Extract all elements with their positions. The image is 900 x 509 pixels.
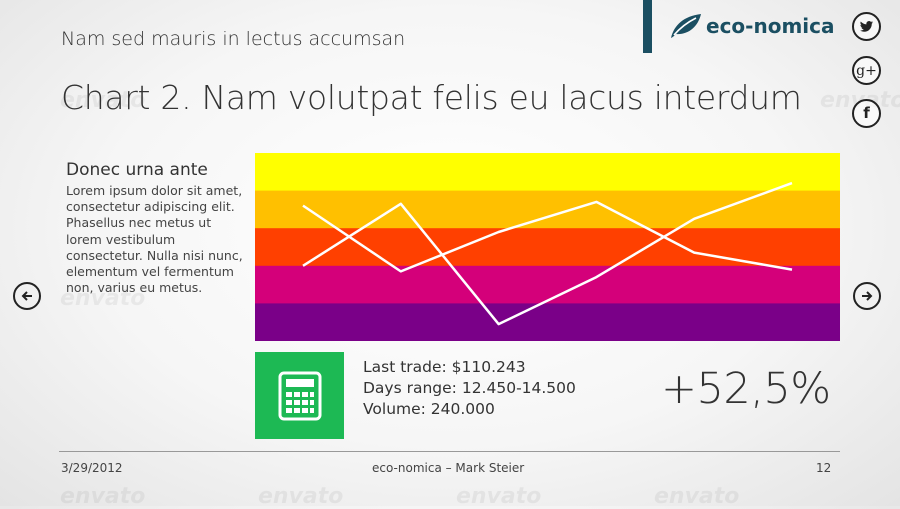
leaf-icon [671, 14, 701, 38]
facebook-button[interactable]: f [852, 99, 881, 128]
brand-name: eco-nomica [706, 14, 835, 38]
sidebar-body-text: Lorem ipsum dolor sit amet, consectetur … [66, 183, 243, 296]
arrow-right-icon [862, 291, 873, 301]
watermark: envato [258, 484, 344, 509]
arrow-left-icon [21, 291, 32, 301]
footer-author: eco-nomica – Mark Steier [372, 461, 525, 475]
brand-logo: eco-nomica [668, 10, 835, 42]
slide-title: Chart 2. Nam volutpat felis eu lacus int… [61, 78, 802, 117]
watermark: envato [456, 484, 542, 509]
facebook-icon: f [863, 104, 870, 122]
footer-date: 3/29/2012 [61, 461, 123, 475]
google-plus-button[interactable]: g+ [852, 56, 881, 85]
chart-band-1 [255, 153, 840, 192]
days-range-text: Days range: 12.450-14.500 [363, 379, 576, 397]
volume-text: Volume: 240.000 [363, 400, 495, 418]
percent-change: +52,5% [661, 364, 831, 414]
footer-page-number: 12 [816, 461, 832, 475]
slide-subtitle: Nam sed mauris in lectus accumsan [61, 28, 406, 50]
logo-accent-bar [643, 0, 652, 53]
calculator-tile [255, 352, 344, 439]
trade-stats: Last trade: $110.243 Days range: 12.450-… [363, 357, 576, 420]
twitter-icon [859, 21, 874, 32]
chart-band-4 [255, 265, 840, 304]
previous-slide-button[interactable] [13, 282, 41, 310]
watermark: envato [60, 484, 146, 509]
chart-band-5 [255, 303, 840, 341]
google-plus-icon: g+ [856, 62, 877, 79]
calculator-icon [278, 371, 321, 420]
footer-divider [59, 451, 840, 452]
twitter-button[interactable] [852, 12, 881, 41]
watermark: envato [654, 484, 740, 509]
line-chart [255, 153, 840, 341]
sidebar-heading: Donec urna ante [66, 160, 208, 180]
last-trade-text: Last trade: $110.243 [363, 358, 526, 376]
next-slide-button[interactable] [853, 282, 881, 310]
chart-band-3 [255, 228, 840, 267]
